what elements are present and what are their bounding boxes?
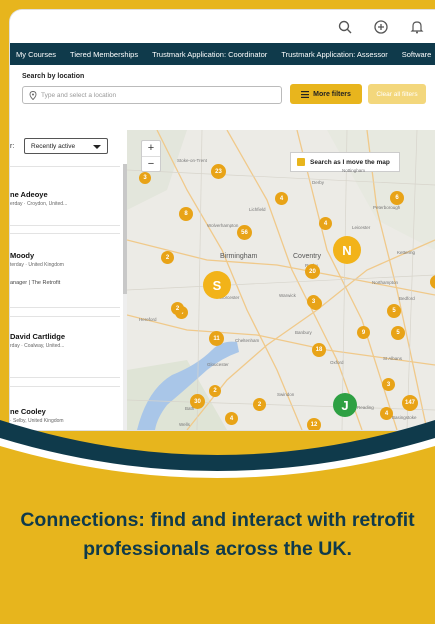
location-pin-icon [29,90,37,100]
map-town: Cheltenham [235,338,260,343]
nav-item-my-courses[interactable]: My Courses [16,50,56,59]
map-cluster-marker[interactable]: 2 [171,302,184,315]
map-cluster-marker[interactable]: 9 [357,326,370,339]
promo-caption: Connections: find and interact with retr… [20,509,415,560]
map-town: Nottingham [342,168,366,173]
sort-control: r: Recently active [10,138,127,156]
filter-lines-icon [301,90,310,98]
map-city: Birmingham [220,253,258,260]
app-window: My Courses Tiered Memberships Trustmark … [10,10,435,430]
map-town: Banbury [295,330,312,335]
map-town: Derby [312,180,325,185]
nav-item-trustmark-coordinator[interactable]: Trustmark Application: Coordinator [152,50,267,59]
map-cluster-marker[interactable]: 18 [312,343,326,357]
map-cluster-marker[interactable]: 5 [391,326,405,340]
map-town: Hereford [139,317,157,322]
map-cluster-marker[interactable]: 20 [305,264,320,279]
map-cluster-marker[interactable]: 23 [211,164,226,179]
nav-item-software[interactable]: Software [402,50,432,59]
map-cluster-marker[interactable]: 2 [161,251,174,264]
map-member-marker-n[interactable]: N [333,236,361,264]
zoom-out-button[interactable]: − [142,157,160,172]
clear-filters-label: Clear all filters [376,90,418,98]
search-area: Search by location Type and select a loc… [10,65,435,120]
map-cluster-marker[interactable]: 6 [390,191,404,205]
decorative-wave [0,420,435,490]
map-cluster-marker[interactable]: 56 [237,225,252,240]
map-town: Stoke-on-Trent [177,158,207,163]
search-label: Search by location [22,73,85,80]
main-nav: My Courses Tiered Memberships Trustmark … [10,43,435,65]
nav-item-trustmark-assessor[interactable]: Trustmark Application: Assessor [281,50,387,59]
map-member-marker-s[interactable]: S [203,271,231,299]
map-town: Gloucester [207,362,229,367]
member-name: David Cartlidge [10,332,66,341]
map-city: Coventry [293,253,322,260]
map-town: Wolverhampton [207,223,239,228]
map-town: Bedford [399,296,415,301]
bell-icon[interactable] [409,19,425,35]
zoom-control: + − [141,140,161,172]
more-filters-button[interactable]: More filters [290,84,362,104]
map-cluster-marker[interactable]: 5 [387,304,401,318]
zoom-in-button[interactable]: + [142,141,160,157]
member-name: Moody [10,251,35,260]
map-cluster-marker[interactable]: 4 [275,192,288,205]
clear-filters-button[interactable]: Clear all filters [368,84,426,104]
nav-item-tiered-memberships[interactable]: Tiered Memberships [70,50,138,59]
map-cluster-marker[interactable]: 4 [319,217,332,230]
top-bar [10,10,435,43]
search-as-move-label: Search as I move the map [310,158,390,166]
map-town: Kettering [397,250,416,255]
add-circle-icon[interactable] [373,19,389,35]
map-town: Oxford [330,360,344,365]
member-card[interactable]: Moody terday · United Kingdom anager | T… [10,233,120,308]
member-card[interactable]: ne Adeoye erday · Croydon, United... [10,166,120,226]
member-role: anager | The Retrofit [10,280,61,286]
map-town: Warwick [279,293,296,298]
map-town: Peterborough [373,205,401,210]
map-cluster-marker[interactable]: 11 [209,331,224,346]
sort-value: Recently active [31,142,76,150]
map-cluster-marker[interactable]: 8 [179,207,193,221]
chevron-down-icon [93,145,101,149]
member-meta: rday · Coalway, United... [10,343,65,349]
map-cluster-marker[interactable]: 3 [139,172,151,184]
member-meta: terday · United Kingdom [10,262,64,268]
more-filters-label: More filters [313,90,351,98]
location-search-input[interactable]: Type and select a location [22,86,282,104]
sort-select[interactable]: Recently active [24,138,108,154]
map-town: Lichfield [249,207,266,212]
member-meta: erday · Croydon, United... [10,201,68,207]
member-name: ne Adeoye [10,190,48,199]
search-icon[interactable] [337,19,353,35]
checkbox-checked[interactable] [297,158,305,166]
member-card[interactable]: David Cartlidge rday · Coalway, United..… [10,316,120,378]
search-placeholder: Type and select a location [41,91,117,99]
top-icons [337,19,435,35]
map-town: Leicester [352,225,371,230]
map-town: Northampton [372,280,399,285]
map-cluster-marker[interactable]: 3 [307,295,320,308]
map-town: St Albans [383,356,403,361]
sort-label: r: [10,143,15,150]
